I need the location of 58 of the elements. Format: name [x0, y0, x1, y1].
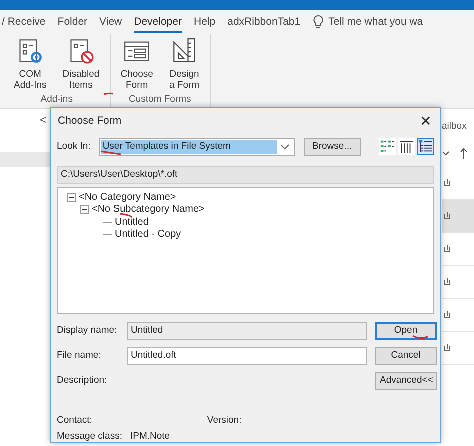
collapse-button[interactable]: < — [40, 113, 52, 127]
dialog-button[interactable]: Open — [375, 322, 437, 340]
view-button[interactable] — [417, 138, 434, 156]
attachment-icon — [444, 211, 451, 221]
group-label: Add-ins — [40, 94, 73, 107]
form-gear-icon — [17, 38, 44, 64]
attachment-icon — [444, 343, 451, 353]
ribbon-button[interactable]: Choose Form — [114, 34, 160, 94]
lightbulb-icon — [312, 15, 324, 29]
field-label: Message class: — [57, 431, 122, 442]
field-label: Display name: — [57, 325, 118, 336]
view-button[interactable] — [398, 138, 415, 156]
ribbon-button[interactable]: Disabled Items — [56, 34, 106, 94]
field-label: Description: — [57, 375, 108, 386]
field-label: Look In: — [57, 141, 91, 152]
collapse-icon[interactable] — [80, 205, 89, 214]
tree-item[interactable]: Untitled - Copy — [115, 229, 182, 240]
form-blocked-icon — [68, 38, 94, 64]
tree-line — [103, 234, 112, 236]
chevron-icon[interactable] — [442, 151, 450, 157]
pen-mark — [412, 335, 429, 340]
attachment-icon — [444, 244, 451, 254]
attachment-icon — [444, 178, 451, 188]
field-label: Contact: — [57, 414, 92, 426]
dialog-button[interactable]: Cancel — [375, 346, 437, 365]
ribbon-tab[interactable]: View — [100, 12, 122, 32]
up-arrow-icon[interactable] — [460, 148, 468, 160]
tree-item[interactable]: Untitled — [115, 216, 149, 228]
field-label: File name: — [57, 350, 102, 362]
group-label: Custom Forms — [128, 94, 192, 107]
attachment-icon — [444, 277, 451, 287]
ribbon-tab[interactable]: / Receive — [2, 12, 46, 32]
attachment-icon — [444, 310, 451, 320]
tree-line — [103, 222, 112, 223]
field-label: Version: — [207, 414, 242, 426]
collapse-icon[interactable] — [67, 192, 76, 202]
pen-mark — [119, 213, 133, 218]
file-name-field[interactable]: Untitled.oft — [127, 346, 367, 365]
ribbon-button[interactable]: COM Add-Ins — [8, 34, 53, 94]
ribbon-tab[interactable]: Folder — [58, 12, 88, 32]
ribbon-tab[interactable]: adxRibbonTab1 — [228, 12, 301, 32]
look-in-dropdown[interactable]: User Templates in File System — [98, 138, 295, 156]
ribbon-tab[interactable]: Help — [194, 12, 216, 32]
pen-mark — [100, 150, 122, 156]
display-name-field[interactable]: Untitled — [127, 322, 367, 340]
ribbon-button[interactable]: Design a Form — [163, 34, 206, 94]
tree-item[interactable]: <No Subcategory Name> — [92, 204, 205, 216]
set-square-ruler-icon — [172, 38, 198, 64]
dialog-title: Choose Form — [58, 115, 122, 128]
dialog-button[interactable]: Advanced<< — [375, 372, 437, 390]
close-button[interactable]: ✕ — [418, 113, 434, 130]
pen-mark — [103, 92, 114, 96]
tell-me-field[interactable]: Tell me what you wa — [328, 16, 424, 28]
path-field: C:\Users\User\Desktop\*.oft — [57, 166, 434, 184]
browse-button[interactable]: Browse... — [304, 138, 361, 156]
message-class-value: IPM.Note — [130, 431, 170, 442]
tree-item[interactable]: <No Category Name> — [79, 192, 176, 203]
pane-header: ailbox — [442, 120, 468, 134]
